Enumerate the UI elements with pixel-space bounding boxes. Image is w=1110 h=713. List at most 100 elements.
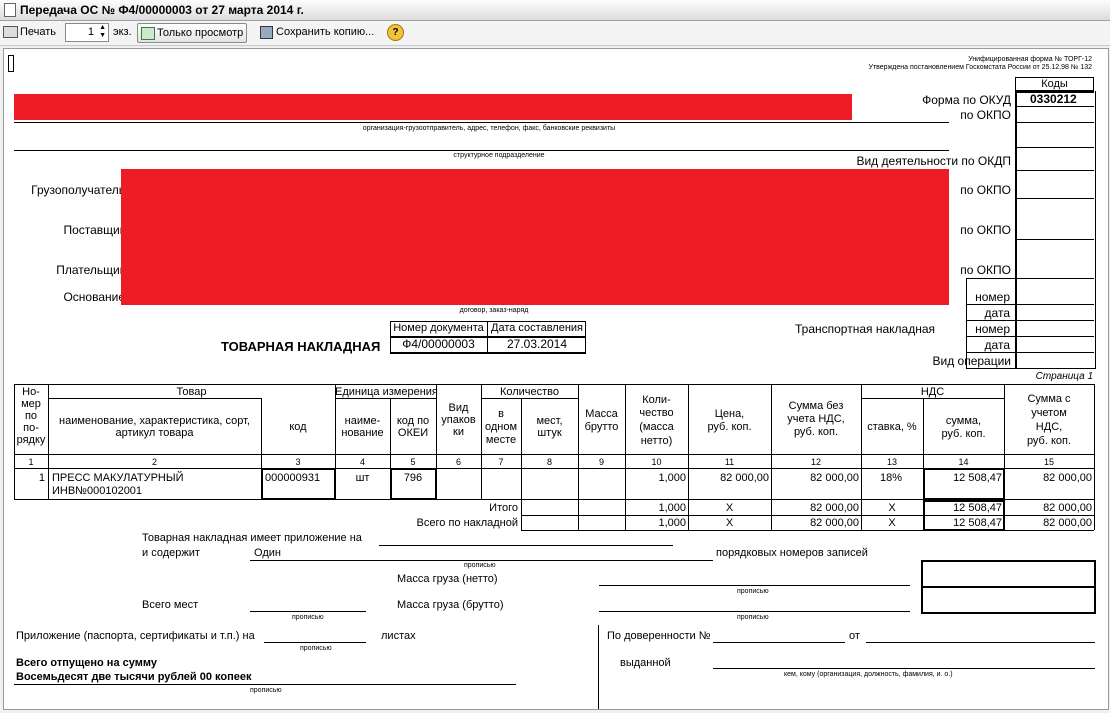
colnum-15: 15 (1043, 457, 1054, 467)
save-copy-button[interactable]: Сохранить копию... (260, 23, 374, 41)
row-code: 000000931 (265, 472, 321, 484)
attach-line-1: Товарная накладная имеет приложение на (142, 532, 362, 544)
colnum-3: 3 (295, 457, 301, 467)
text-cursor (8, 55, 14, 72)
basis-date-label: дата (984, 306, 1010, 320)
help-icon[interactable]: ? (387, 24, 404, 41)
vsego-price: X (725, 517, 734, 529)
row-price: 82 000,00 (720, 472, 769, 484)
transport-label: Транспортная накладная (795, 322, 936, 336)
propisyu-3: прописью (292, 614, 324, 621)
okpo-label-3: по ОКПО (960, 223, 1011, 237)
records-label: порядковых номеров записей (716, 547, 868, 559)
h-pack-1: Вид (448, 402, 469, 414)
basis-label: Основание (63, 290, 125, 304)
okpo-label-2: по ОКПО (960, 183, 1011, 197)
gross-mass-label: Масса груза (брутто) (397, 599, 504, 611)
h-pack-2: упаков (441, 414, 476, 426)
propisyu-4: прописью (737, 614, 769, 621)
doc-number-value: Ф4/00000003 (402, 337, 475, 351)
basis-number-label: номер (975, 290, 1010, 304)
basis-caption: договор, заказ-наряд (459, 307, 529, 314)
issued-caption: кем, кому (организация, должность, фамил… (784, 671, 953, 678)
propisyu-2: прописью (737, 588, 769, 595)
row-qty: 1,000 (658, 472, 686, 484)
view-only-label: Только просмотр (157, 27, 244, 39)
h-in-one-2: одном (484, 421, 518, 433)
itogo-rate: X (888, 502, 896, 514)
row-name-2: ИНВ№000102001 (52, 485, 143, 497)
h-price-1: Цена, (714, 408, 745, 420)
view-only-button[interactable]: Только просмотр (137, 23, 248, 43)
print-label: Печать (20, 26, 57, 38)
h-sum-vat-2: учетом (1031, 407, 1067, 419)
h-code: код (289, 421, 307, 433)
doc-title: ТОВАРНАЯ НАКЛАДНАЯ (221, 339, 381, 354)
okud-label: Форма по ОКУД (922, 93, 1011, 107)
vsego-sum: 82 000,00 (810, 517, 859, 529)
issued-label: выданной (620, 657, 671, 669)
row-number: 1 (38, 472, 45, 484)
h-sum-vat-4: руб. коп. (1026, 435, 1072, 447)
h-sum-no-vat-1: Сумма без (788, 400, 844, 412)
doc-number-label: Номер документа (393, 322, 484, 334)
propisyu-6: прописью (250, 687, 282, 694)
transport-number-label: номер (975, 322, 1010, 336)
h-rownum-3: по (24, 410, 38, 422)
colnum-6: 6 (455, 457, 461, 467)
h-sum-vat-3: НДС, (1035, 421, 1063, 433)
h-unit-name-2: нование (341, 427, 384, 439)
itogo-qty: 1,000 (658, 502, 686, 514)
released-label: Всего отпущено на сумму (16, 657, 157, 669)
itogo-total: 82 000,00 (1043, 502, 1092, 514)
okpo-label-4: по ОКПО (960, 263, 1011, 277)
itogo-vat: 12 508,47 (953, 502, 1002, 514)
itogo-label: Итого (489, 502, 518, 514)
form-line-2: Утверждена постановлением Госкомстата Ро… (868, 64, 1093, 71)
row-sum: 82 000,00 (810, 472, 859, 484)
okpo-label-1: по ОКПО (960, 108, 1011, 122)
page-label: Страница 1 (1035, 371, 1093, 382)
colnum-11: 11 (724, 457, 735, 467)
h-sum-vat-1: Сумма с (1027, 393, 1071, 405)
propisyu-5: прописью (300, 645, 332, 652)
h-rownum-2: мер (21, 398, 41, 410)
window-title: Передача ОС № Ф4/00000003 от 27 марта 20… (20, 3, 304, 17)
redacted-organization (14, 94, 852, 120)
h-in-one-1: в (498, 408, 504, 420)
view-only-icon (141, 26, 155, 40)
floppy-icon (260, 25, 273, 39)
h-gross-1: Масса (585, 408, 618, 420)
row-name-1: ПРЕСС МАКУЛАТУРНЫЙ (52, 472, 184, 484)
itogo-sum: 82 000,00 (810, 502, 859, 514)
h-vat-sum-2: руб. коп. (941, 428, 986, 440)
row-total: 82 000,00 (1043, 472, 1092, 484)
h-unit: Единица измерения (335, 386, 438, 398)
save-copy-label: Сохранить копию... (276, 26, 375, 38)
codes-column (1015, 91, 1096, 369)
h-sum-no-vat-2: учета НДС, (787, 413, 845, 425)
propisyu-1: прописью (464, 562, 496, 569)
h-rownum-5: рядку (16, 434, 46, 446)
spinner-arrows-icon[interactable]: ▲ ▼ (99, 24, 106, 40)
net-mass-label: Масса груза (нетто) (397, 573, 498, 585)
h-unit-name-1: наиме- (344, 415, 381, 427)
toolbar: Печать 1 ▲ ▼ экз. Только просмотр Сохрани… (0, 21, 1110, 46)
copies-suffix: экз. (113, 26, 132, 38)
h-qty-net-4: нетто) (640, 435, 673, 447)
sheets-label: листах (381, 630, 416, 642)
colnum-7: 7 (498, 457, 504, 467)
h-okei-1: код по (396, 415, 430, 427)
print-button[interactable]: Печать (3, 23, 56, 41)
org-caption: организация-грузоотправитель, адрес, тел… (362, 125, 616, 132)
colnum-1: 1 (28, 457, 34, 467)
dept-caption: структурное подразделение (453, 152, 545, 159)
attach-line-2: и содержит (142, 547, 200, 559)
copies-input[interactable]: 1 ▲ ▼ (65, 23, 109, 42)
okud-value: 0330212 (1030, 92, 1077, 106)
row-okei: 796 (403, 472, 423, 484)
h-rownum-4: по- (23, 422, 39, 434)
colnum-9: 9 (598, 457, 604, 467)
vsego-total: 82 000,00 (1043, 517, 1092, 529)
h-qty-net-2: чество (639, 407, 674, 419)
